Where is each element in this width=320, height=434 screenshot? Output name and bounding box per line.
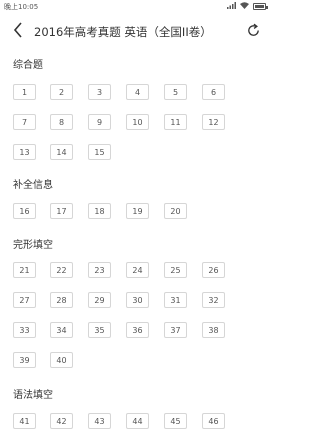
question-button[interactable]: 25: [164, 262, 187, 278]
question-button[interactable]: 37: [164, 322, 187, 338]
question-button[interactable]: 32: [202, 292, 225, 308]
question-button[interactable]: 20: [164, 203, 187, 219]
status-bar: 晚上10:05: [0, 0, 270, 14]
question-button[interactable]: 11: [164, 114, 187, 130]
question-button[interactable]: 38: [202, 322, 225, 338]
question-button[interactable]: 44: [126, 413, 149, 429]
question-button[interactable]: 5: [164, 84, 187, 100]
question-button[interactable]: 23: [88, 262, 111, 278]
question-button[interactable]: 33: [13, 322, 36, 338]
question-button[interactable]: 12: [202, 114, 225, 130]
section-title: 补全信息: [13, 180, 53, 191]
question-button[interactable]: 13: [13, 144, 36, 160]
status-icons: [227, 2, 268, 11]
question-button[interactable]: 6: [202, 84, 225, 100]
top-bar: 2016年高考真题 英语（全国II卷）: [0, 14, 270, 50]
chevron-left-icon: [13, 22, 23, 42]
question-button[interactable]: 19: [126, 203, 149, 219]
wifi-icon: [240, 2, 249, 11]
question-button[interactable]: 24: [126, 262, 149, 278]
question-button[interactable]: 45: [164, 413, 187, 429]
question-button[interactable]: 41: [13, 413, 36, 429]
question-button[interactable]: 42: [50, 413, 73, 429]
back-button[interactable]: [8, 21, 28, 43]
question-button[interactable]: 40: [50, 352, 73, 368]
question-button[interactable]: 22: [50, 262, 73, 278]
question-button[interactable]: 27: [13, 292, 36, 308]
question-button[interactable]: 3: [88, 84, 111, 100]
section-title: 综合题: [13, 60, 43, 71]
question-button[interactable]: 1: [13, 84, 36, 100]
question-button[interactable]: 15: [88, 144, 111, 160]
question-button[interactable]: 36: [126, 322, 149, 338]
refresh-icon: [246, 23, 261, 42]
signal-icon: [227, 2, 236, 11]
question-button[interactable]: 17: [50, 203, 73, 219]
question-button[interactable]: 8: [50, 114, 73, 130]
question-button[interactable]: 31: [164, 292, 187, 308]
status-time: 晚上10:05: [4, 3, 39, 11]
question-button[interactable]: 9: [88, 114, 111, 130]
question-button[interactable]: 30: [126, 292, 149, 308]
question-button[interactable]: 2: [50, 84, 73, 100]
question-button[interactable]: 7: [13, 114, 36, 130]
page-title: 2016年高考真题 英语（全国II卷）: [34, 25, 212, 39]
question-button[interactable]: 16: [13, 203, 36, 219]
question-button[interactable]: 46: [202, 413, 225, 429]
question-button[interactable]: 43: [88, 413, 111, 429]
question-button[interactable]: 26: [202, 262, 225, 278]
refresh-button[interactable]: [243, 22, 263, 42]
question-button[interactable]: 35: [88, 322, 111, 338]
question-button[interactable]: 4: [126, 84, 149, 100]
question-button[interactable]: 10: [126, 114, 149, 130]
question-button[interactable]: 21: [13, 262, 36, 278]
question-button[interactable]: 39: [13, 352, 36, 368]
battery-icon: [253, 3, 268, 10]
battery-fill: [255, 5, 264, 8]
section-title: 语法填空: [13, 390, 53, 401]
section-title: 完形填空: [13, 240, 53, 251]
question-button[interactable]: 14: [50, 144, 73, 160]
question-button[interactable]: 34: [50, 322, 73, 338]
question-button[interactable]: 18: [88, 203, 111, 219]
question-button[interactable]: 29: [88, 292, 111, 308]
question-button[interactable]: 28: [50, 292, 73, 308]
